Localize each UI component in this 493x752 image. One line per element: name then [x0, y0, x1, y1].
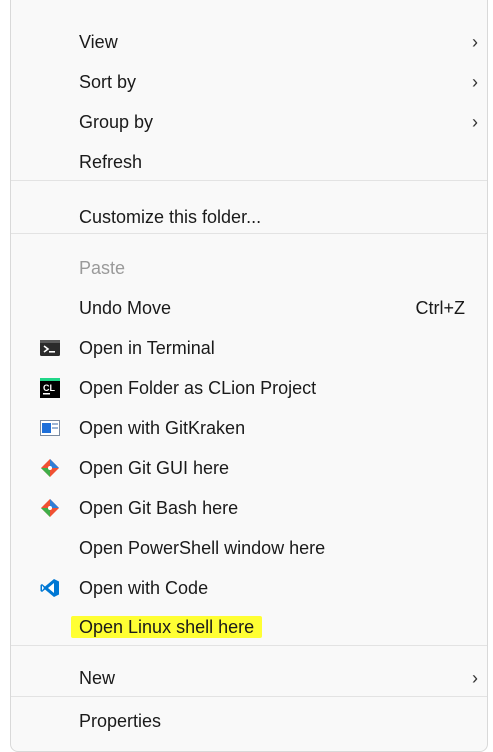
git-bash-icon: [40, 499, 60, 517]
chevron-right-icon: ›: [472, 32, 478, 52]
menu-item-open-powershell[interactable]: Open PowerShell window here: [11, 528, 487, 568]
menu-item-label: Undo Move: [79, 298, 172, 318]
shortcut-text: Ctrl+Z: [415, 298, 466, 318]
menu-item-paste: Paste: [11, 248, 487, 288]
menu-item-open-in-terminal[interactable]: Open in Terminal: [11, 328, 487, 368]
context-menu: View › Sort by › Group by › Refresh Cust…: [10, 0, 488, 752]
menu-separator: [11, 233, 487, 234]
chevron-right-icon: ›: [472, 72, 478, 92]
menu-item-label: Open with GitKraken: [79, 418, 246, 438]
menu-item-open-linux-shell[interactable]: Open Linux shell here: [11, 607, 487, 647]
menu-item-label: Sort by: [79, 72, 137, 92]
menu-item-label: New: [79, 668, 116, 688]
menu-item-open-with-code[interactable]: Open with Code: [11, 568, 487, 608]
menu-item-label: View: [79, 32, 118, 52]
terminal-icon: [40, 339, 60, 357]
svg-text:CL: CL: [43, 383, 55, 393]
menu-item-label: Open Folder as CLion Project: [79, 378, 317, 398]
menu-item-view[interactable]: View ›: [11, 22, 487, 62]
menu-separator: [11, 696, 487, 697]
menu-separator: [11, 180, 487, 181]
gitkraken-icon: [40, 419, 60, 437]
menu-item-label: Customize this folder...: [79, 207, 262, 227]
menu-item-open-clion[interactable]: CL Open Folder as CLion Project: [11, 368, 487, 408]
menu-item-refresh[interactable]: Refresh: [11, 142, 487, 182]
chevron-right-icon: ›: [472, 112, 478, 132]
vscode-icon: [40, 579, 60, 597]
menu-item-label: Refresh: [79, 152, 143, 172]
git-gui-icon: [40, 459, 60, 477]
menu-item-label: Open PowerShell window here: [79, 538, 326, 558]
menu-item-label: Group by: [79, 112, 154, 132]
menu-item-label: Open in Terminal: [79, 338, 215, 358]
menu-separator: [11, 645, 487, 646]
clion-icon: CL: [40, 378, 60, 398]
menu-item-label: Paste: [79, 258, 126, 278]
menu-item-open-git-bash[interactable]: Open Git Bash here: [11, 488, 487, 528]
menu-item-open-gitkraken[interactable]: Open with GitKraken: [11, 408, 487, 448]
menu-item-label: Open with Code: [79, 578, 209, 598]
menu-item-group-by[interactable]: Group by ›: [11, 102, 487, 142]
menu-item-properties[interactable]: Properties: [11, 701, 487, 741]
menu-item-new[interactable]: New ›: [11, 658, 487, 698]
menu-item-sort-by[interactable]: Sort by ›: [11, 62, 487, 102]
menu-item-customize-folder[interactable]: Customize this folder...: [11, 197, 487, 237]
menu-item-undo-move[interactable]: Undo Move Ctrl+Z: [11, 288, 487, 328]
chevron-right-icon: ›: [472, 668, 478, 688]
menu-item-open-git-gui[interactable]: Open Git GUI here: [11, 448, 487, 488]
menu-item-label: Open Linux shell here: [71, 616, 263, 638]
menu-item-label: Open Git GUI here: [79, 458, 230, 478]
menu-item-label: Properties: [79, 711, 162, 731]
menu-item-label: Open Git Bash here: [79, 498, 239, 518]
